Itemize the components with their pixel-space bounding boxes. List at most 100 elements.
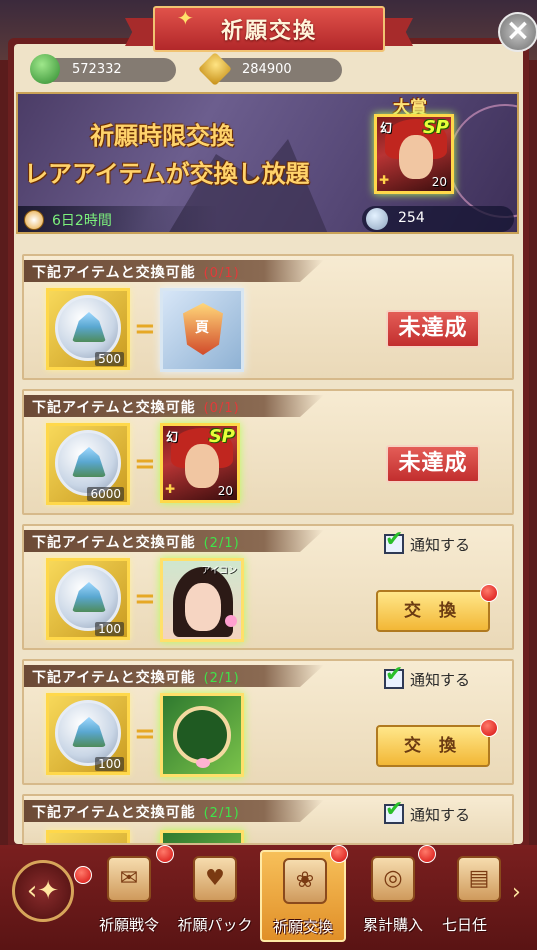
- notify-label: 通知する: [410, 536, 471, 554]
- currency-green-value: 572332: [72, 62, 122, 77]
- reward-count: 20: [217, 484, 233, 498]
- key-icon: ✚: [165, 482, 176, 496]
- page-title: 祈願交換: [220, 19, 317, 44]
- exchange-row: 下記アイテムと交換可能 (0/1) 6000 = 幻 SP ✚ 20 未達成: [22, 389, 514, 515]
- row-header-text: 下記アイテムと交換可能: [32, 400, 196, 416]
- row-header: 下記アイテムと交換可能 (2/1): [32, 802, 240, 822]
- notification-dot: [480, 584, 498, 602]
- tab-seven-day[interactable]: ▤ 七日任: [436, 850, 516, 942]
- grade-label: 幻: [380, 121, 393, 135]
- row-limit: (0/1): [203, 266, 240, 281]
- back-button[interactable]: ‹✦: [12, 860, 74, 922]
- notify-checkbox[interactable]: [384, 797, 404, 824]
- pack-icon: ♥: [193, 856, 237, 902]
- tab-label: 祈願パック: [177, 916, 253, 934]
- row-header-text: 下記アイテムと交換可能: [32, 535, 196, 551]
- close-icon: ×: [505, 13, 531, 48]
- tab-cumulative-purchase[interactable]: ◎ 累計購入: [350, 850, 436, 942]
- green-gem-icon: [30, 54, 60, 84]
- clock-icon: [24, 210, 44, 230]
- currency-green: 572332: [30, 54, 176, 84]
- notify-label: 通知する: [410, 806, 471, 824]
- portrait-label: アイコン: [201, 566, 237, 576]
- coins-icon: ◎: [371, 856, 415, 902]
- sparkle-icon: ✦: [177, 6, 194, 30]
- cost-coin-card[interactable]: 500: [46, 288, 130, 370]
- status-not-achieved: 未達成: [386, 445, 480, 483]
- prize-count: 20: [431, 175, 447, 189]
- notification-dot: [418, 845, 436, 863]
- row-limit: (2/1): [203, 536, 240, 551]
- row-header: 下記アイテムと交換可能 (0/1): [32, 397, 240, 417]
- sp-badge: SP: [208, 426, 235, 447]
- reward-badge-card[interactable]: 頁: [160, 288, 244, 372]
- notify-label: 通知する: [410, 671, 471, 689]
- cost-coin-card[interactable]: 100: [46, 693, 130, 775]
- grade-label: 幻: [166, 430, 179, 444]
- flower-icon: [196, 758, 210, 768]
- portrait-face: [185, 583, 221, 631]
- equals-icon: =: [134, 719, 156, 749]
- row-header-text: 下記アイテムと交換可能: [32, 265, 196, 281]
- rose-icon: ❀: [283, 858, 327, 904]
- notify-checkbox[interactable]: [384, 527, 404, 554]
- cost-amount: 100: [95, 757, 124, 771]
- title-ribbon: ✦ 祈願交換: [125, 6, 413, 54]
- reward-character-card[interactable]: 幻 SP ✚ 20: [160, 423, 240, 503]
- close-button[interactable]: ×: [498, 12, 537, 52]
- tab-label: 七日任: [442, 916, 488, 934]
- equals-icon: =: [134, 314, 156, 344]
- cost-amount: 6000: [87, 487, 124, 501]
- currency-gold: 284900: [198, 52, 342, 86]
- status-not-achieved: 未達成: [386, 310, 480, 348]
- tab-wish-pack[interactable]: ♥ 祈願パック: [172, 850, 258, 942]
- exchange-row: 下記アイテムと交換可能 (2/1) 通知する 100 = アイコン 交 換: [22, 524, 514, 650]
- character-face: [399, 135, 433, 179]
- cost-coin-card[interactable]: 6000: [46, 423, 130, 505]
- cost-coin-card[interactable]: 100: [46, 558, 130, 640]
- tab-label: 祈願戦令: [98, 916, 159, 934]
- reward-frame-card[interactable]: [160, 693, 244, 777]
- badge-text: 頁: [195, 320, 209, 336]
- sp-badge: SP: [422, 117, 449, 138]
- exchange-button[interactable]: 交 換: [376, 725, 490, 767]
- time-left: 6日2時間: [52, 213, 112, 229]
- banner-subtitle: レアアイテムが交換し放題: [24, 160, 310, 188]
- row-header: 下記アイテムと交換可能 (0/1): [32, 262, 240, 282]
- row-header-text: 下記アイテムと交換可能: [32, 805, 196, 821]
- tab-wish-exchange[interactable]: ❀ 祈願交換: [260, 850, 346, 942]
- equals-icon: =: [134, 449, 156, 479]
- silver-gem-icon: [366, 208, 388, 230]
- exchange-row: 下記アイテムと交換可能 (0/1) 500 = 頁 未達成: [22, 254, 514, 380]
- cost-coin-card[interactable]: [46, 830, 130, 843]
- character-face: [185, 444, 219, 488]
- row-limit: (2/1): [203, 671, 240, 686]
- tab-wish-pass[interactable]: ✉ 祈願戦令: [86, 850, 172, 942]
- gem-count: 254: [398, 210, 425, 226]
- currency-gold-value: 284900: [242, 62, 292, 77]
- equals-icon: =: [134, 584, 156, 614]
- row-header: 下記アイテムと交換可能 (2/1): [32, 532, 240, 552]
- avatar-frame-icon: [173, 706, 231, 764]
- exchange-button[interactable]: 交 換: [376, 590, 490, 632]
- back-arrow-icon: ‹✦: [26, 876, 60, 906]
- cost-amount: 100: [95, 622, 124, 636]
- notification-dot: [480, 719, 498, 737]
- reward-card[interactable]: [160, 830, 244, 843]
- banner-title: 祈願時限交換: [90, 122, 234, 150]
- notification-dot: [330, 845, 348, 863]
- row-header: 下記アイテムと交換可能 (2/1): [32, 667, 240, 687]
- row-limit: (0/1): [203, 401, 240, 416]
- scroll-icon: ✉: [107, 856, 151, 902]
- row-limit: (2/1): [203, 806, 240, 821]
- reward-portrait-card[interactable]: アイコン: [160, 558, 244, 642]
- flower-icon: [225, 615, 237, 627]
- notify-checkbox[interactable]: [384, 662, 404, 689]
- grand-prize-card[interactable]: 幻 SP ✚ 20: [374, 114, 454, 194]
- ribbon-main: ✦ 祈願交換: [153, 6, 385, 52]
- chevron-right-icon[interactable]: ›: [512, 880, 521, 905]
- cards-icon: ▤: [457, 856, 501, 902]
- banner-magic-circle: [448, 104, 517, 218]
- exchange-row: 下記アイテムと交換可能 (2/1) 通知する: [22, 794, 514, 845]
- time-bar: [18, 206, 218, 232]
